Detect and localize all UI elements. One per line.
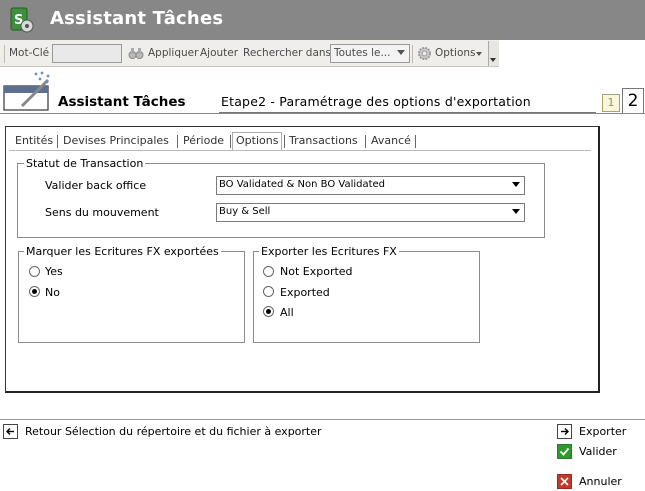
tab-separator (57, 135, 58, 148)
app-logo-icon: S (10, 7, 34, 33)
arrow-left-icon (6, 428, 14, 435)
export-exported-radio[interactable] (263, 286, 274, 297)
footer-divider (0, 419, 645, 420)
tab-avance[interactable]: Avancé (371, 133, 411, 150)
tab-devises-principales[interactable]: Devises Principales (63, 133, 169, 150)
mark-yes-radio[interactable] (29, 266, 40, 277)
export-exported-label: Exported (280, 286, 330, 299)
header-divider (0, 113, 645, 114)
keyword-label: Mot-Clé (9, 47, 50, 59)
cancel-label[interactable]: Annuler (579, 475, 622, 488)
gear-icon (417, 46, 432, 61)
tab-separator (415, 135, 416, 148)
validate-label[interactable]: Valider (579, 445, 617, 458)
overflow-arrow-icon (490, 58, 496, 62)
back-office-label: Valider back office (45, 179, 147, 192)
step-title: Etape2 - Paramétrage des options d'expor… (221, 94, 531, 109)
back-office-value: BO Validated & Non BO Validated (219, 179, 386, 190)
apply-button[interactable]: Appliquer (148, 47, 198, 59)
direction-value: Buy & Sell (219, 206, 271, 217)
step-1-indicator[interactable]: 1 (602, 94, 620, 112)
transaction-status-group (17, 163, 545, 238)
toolbar-overflow-button[interactable] (488, 41, 499, 66)
mark-no-label: No (45, 286, 60, 299)
export-all-label: All (280, 306, 294, 319)
step-2-indicator[interactable]: 2 (622, 88, 644, 113)
mark-no-radio[interactable] (29, 286, 40, 297)
direction-label: Sens du mouvement (45, 206, 159, 219)
tab-transactions[interactable]: Transactions (289, 133, 358, 150)
arrow-right-icon (561, 428, 569, 435)
transaction-status-legend: Statut de Transaction (24, 157, 146, 170)
chevron-down-icon (512, 209, 520, 214)
wizard-window-icon (3, 71, 50, 111)
wizard-title: Assistant Tâches (58, 94, 186, 110)
back-label[interactable]: Retour Sélection du répertoire et du fic… (25, 425, 322, 438)
mark-entries-legend: Marquer les Ecritures FX exportées (24, 245, 221, 258)
mark-yes-label: Yes (45, 265, 63, 278)
validate-button[interactable] (557, 444, 572, 459)
back-button[interactable] (3, 424, 18, 439)
options-menu-button[interactable]: Options (435, 47, 476, 59)
tab-separator (284, 135, 285, 148)
keyword-input[interactable] (52, 44, 122, 63)
search-in-value: Toutes le... (334, 47, 391, 59)
tab-strip-rule (9, 150, 591, 151)
export-label[interactable]: Exporter (579, 425, 626, 438)
tab-separator (365, 135, 366, 148)
tab-periode[interactable]: Période (183, 133, 224, 150)
export-entries-legend: Exporter les Ecritures FX (259, 245, 399, 258)
tab-separator (177, 135, 178, 148)
search-in-label: Rechercher dans (243, 47, 332, 59)
chevron-down-icon (512, 182, 520, 187)
tab-separator (230, 135, 231, 148)
tab-options[interactable]: Options (232, 132, 283, 151)
toolbar-grip (4, 45, 5, 63)
app-title: Assistant Tâches (50, 8, 224, 29)
export-button[interactable] (557, 424, 572, 439)
close-icon (558, 475, 571, 488)
chevron-down-icon (397, 50, 405, 55)
export-not-exported-label: Not Exported (280, 265, 353, 278)
tab-entites[interactable]: Entités (15, 133, 53, 150)
cancel-button[interactable] (557, 474, 572, 489)
checkmark-icon (558, 445, 571, 458)
add-button[interactable]: Ajouter (200, 47, 238, 59)
export-not-exported-radio[interactable] (263, 266, 274, 277)
binoculars-icon[interactable] (128, 45, 144, 61)
toolbar-separator (412, 45, 413, 63)
options-dropdown-icon (476, 52, 482, 56)
export-all-radio[interactable] (263, 306, 274, 317)
